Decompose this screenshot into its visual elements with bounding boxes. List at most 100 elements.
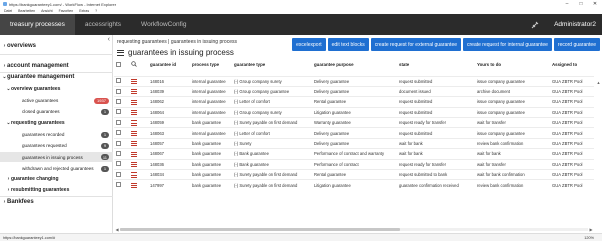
sidebar-item-guarantees-in-issuing-process[interactable]: guarantees in issuing process 11	[0, 152, 113, 162]
row-menu-cell[interactable]	[129, 85, 148, 97]
row-menu-icon[interactable]	[131, 151, 137, 157]
scroll-thumb[interactable]	[120, 228, 400, 231]
table-row[interactable]: 148063 internal guarantee (-) Letter of co…	[114, 127, 594, 139]
table-row[interactable]: 148039 internal guarantee (-) Group compan…	[114, 85, 594, 97]
tab-accessrights[interactable]: accessrights	[75, 14, 131, 35]
row-menu-cell[interactable]	[129, 179, 148, 191]
row-menu-cell[interactable]	[129, 117, 148, 128]
sidebar-item-guarantee-management[interactable]: ⌄ guarantee management	[2, 74, 115, 80]
row-checkbox[interactable]	[116, 78, 121, 84]
sidebar-item-guarantees-recorded[interactable]: guarantees recorded 1	[0, 130, 113, 139]
column-header-assigned-to[interactable]: Assigned to	[550, 60, 594, 69]
sidebar-item-guarantees-requested[interactable]: guarantees requested 9	[0, 141, 113, 150]
row-select-cell[interactable]	[114, 179, 129, 191]
user-settings-icon[interactable]	[530, 20, 540, 30]
table-row[interactable]: 148062 internal guarantee (-) Letter of co…	[114, 96, 594, 108]
maximize-icon[interactable]: □	[574, 0, 588, 8]
table-row[interactable]: 148057 bank guarantee (-) Surety Delivery g…	[114, 137, 594, 149]
sidebar-item-closed-guarantees[interactable]: closed guarantees 1	[0, 107, 113, 116]
create-external-guarantee-button[interactable]: create request for external guarantee	[370, 38, 462, 51]
menu-favorites[interactable]: Favoriten	[59, 9, 74, 13]
row-checkbox[interactable]	[116, 171, 121, 177]
row-menu-icon[interactable]	[131, 141, 137, 147]
zoom-level[interactable]: 120%	[584, 236, 594, 240]
row-menu-cell[interactable]	[129, 158, 148, 170]
row-select-cell[interactable]	[114, 158, 129, 170]
row-select-cell[interactable]	[114, 168, 129, 180]
row-checkbox[interactable]	[116, 88, 121, 94]
column-header-state[interactable]: state	[397, 60, 475, 69]
sidebar-item-bankfees[interactable]: › Bankfees	[2, 199, 115, 205]
column-header-guarantee-type[interactable]: guarantee type	[232, 60, 312, 69]
row-menu-cell[interactable]	[129, 148, 148, 160]
row-select-cell[interactable]	[114, 148, 129, 160]
sidebar-item-requesting-guarantees[interactable]: ⌄ requesting guarantees	[6, 120, 113, 126]
row-menu-icon[interactable]	[131, 130, 137, 136]
excelexport-button[interactable]: excelexport	[292, 38, 326, 51]
table-row[interactable]: 148034 bank guarantee (-) Surety payable o…	[114, 168, 594, 180]
record-guarantee-button[interactable]: record guarantee	[553, 38, 600, 51]
sidebar-item-guarantee-changing[interactable]: › guarantee changing	[6, 176, 113, 182]
tab-workflowconfig[interactable]: WorkflowConfig	[131, 14, 196, 35]
vertical-scrollbar[interactable]: ▲	[596, 80, 601, 220]
row-select-cell[interactable]	[114, 96, 129, 108]
collapse-sidebar-icon[interactable]: ‹	[108, 36, 110, 43]
sidebar-item-account-management[interactable]: › account management	[2, 63, 115, 69]
scroll-up-icon[interactable]: ▲	[596, 80, 601, 85]
row-menu-icon[interactable]	[131, 183, 137, 189]
search-header[interactable]	[129, 60, 148, 69]
column-header-guarantee-id[interactable]: guarantee id	[148, 60, 190, 69]
menu-view[interactable]: Ansicht	[41, 9, 52, 13]
sidebar-item-active-guarantees[interactable]: active guarantees 1937	[0, 96, 113, 105]
row-menu-icon[interactable]	[131, 110, 137, 116]
row-menu-cell[interactable]	[129, 106, 148, 118]
row-menu-cell[interactable]	[129, 168, 148, 180]
row-select-cell[interactable]	[114, 85, 129, 97]
current-user[interactable]: Administrator2	[554, 21, 596, 28]
scroll-track[interactable]	[120, 228, 588, 231]
column-header-process-type[interactable]: process type	[190, 60, 232, 69]
menu-edit[interactable]: Bearbeiten	[18, 9, 35, 13]
row-checkbox[interactable]	[116, 182, 121, 188]
row-select-cell[interactable]	[114, 137, 129, 149]
row-menu-cell[interactable]	[129, 137, 148, 149]
menu-tools[interactable]: Extras	[79, 9, 89, 13]
table-row[interactable]: 147997 bank guarantee (-) Surety payable o…	[114, 179, 594, 191]
row-menu-cell[interactable]	[129, 127, 148, 139]
hamburger-menu-icon[interactable]	[117, 49, 124, 56]
sidebar-item-withdrawn-and-rejected[interactable]: withdrawn and rejected guarantees 1	[0, 164, 113, 173]
row-menu-cell[interactable]	[129, 96, 148, 108]
sidebar-item-overviews[interactable]: › overviews	[2, 43, 115, 49]
row-select-cell[interactable]	[114, 127, 129, 139]
row-checkbox[interactable]	[116, 119, 121, 125]
row-checkbox[interactable]	[116, 109, 121, 115]
sidebar-item-overview-guarantees[interactable]: ⌄ overview guarantees	[6, 86, 113, 92]
row-menu-icon[interactable]	[131, 172, 137, 178]
table-row[interactable]: 148067 bank guarantee (-) Bank guarantee Pe…	[114, 148, 594, 160]
sidebar-item-resubmitting-guarantees[interactable]: › resubmitting guarantees	[6, 187, 113, 193]
row-menu-icon[interactable]	[131, 162, 137, 167]
edit-text-blocks-button[interactable]: edit text blocks	[327, 38, 369, 51]
tab-treasury-processes[interactable]: treasury processes	[0, 14, 75, 35]
table-row[interactable]: 148016 internal guarantee (-) Group compan…	[114, 75, 594, 87]
row-menu-cell[interactable]	[129, 75, 148, 87]
row-checkbox[interactable]	[116, 98, 121, 104]
row-checkbox[interactable]	[116, 140, 121, 146]
row-menu-icon[interactable]	[131, 120, 137, 126]
row-menu-icon[interactable]	[131, 78, 137, 84]
minimize-icon[interactable]: –	[560, 0, 574, 8]
row-select-cell[interactable]	[114, 106, 129, 118]
menu-help[interactable]: ?	[95, 9, 97, 13]
column-header-guarantee-purpose[interactable]: guarantee purpose	[312, 60, 397, 69]
scroll-right-icon[interactable]: ▶	[588, 227, 594, 232]
select-all-header[interactable]	[114, 60, 129, 69]
create-internal-guarantee-button[interactable]: create request for internal guarantee	[463, 38, 552, 51]
row-checkbox[interactable]	[116, 130, 121, 136]
row-menu-icon[interactable]	[131, 89, 137, 95]
table-row[interactable]: 148059 bank guarantee (-) Surety payable o…	[114, 117, 594, 128]
row-menu-icon[interactable]	[131, 99, 137, 105]
table-row[interactable]: 148064 internal guarantee (-) Group compan…	[114, 106, 594, 118]
close-icon[interactable]: ✕	[588, 0, 602, 8]
column-header-yours-to-do[interactable]: Yours to do	[475, 60, 550, 69]
row-checkbox[interactable]	[116, 161, 121, 167]
